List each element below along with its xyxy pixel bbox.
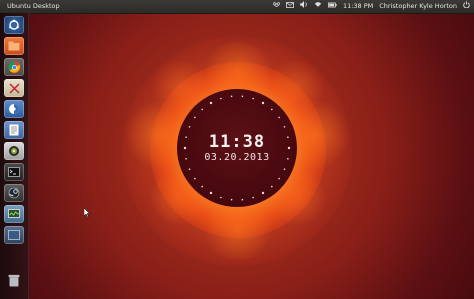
- photo-app-icon[interactable]: [4, 142, 24, 160]
- unity-launcher: [0, 13, 29, 299]
- panel-clock[interactable]: 11:38 PM: [343, 0, 373, 13]
- power-icon[interactable]: [463, 0, 470, 13]
- ubuntu-home-icon[interactable]: [4, 16, 24, 34]
- mouse-cursor-icon: [84, 208, 90, 217]
- terminal-icon[interactable]: [4, 163, 24, 181]
- system-tray: 11:38 PM Christopher Kyle Horton: [272, 0, 470, 13]
- files-icon[interactable]: [4, 37, 24, 55]
- battery-icon[interactable]: [327, 0, 337, 13]
- notes-icon[interactable]: [4, 121, 24, 139]
- volume-icon[interactable]: [300, 0, 308, 13]
- user-name[interactable]: Christopher Kyle Horton: [379, 0, 457, 13]
- text-editor-icon[interactable]: [4, 79, 24, 97]
- system-monitor-icon[interactable]: [4, 205, 24, 223]
- top-panel: Ubuntu Desktop 11:38 PM Christopher Kyle…: [0, 0, 474, 14]
- trash-icon[interactable]: [4, 271, 24, 289]
- mail-icon[interactable]: [285, 0, 294, 13]
- steam-icon[interactable]: [4, 184, 24, 202]
- chrome-icon[interactable]: [4, 58, 24, 76]
- network-icon[interactable]: [314, 0, 322, 13]
- clock-date: 03.20.2013: [204, 152, 270, 163]
- workspace-switcher-icon[interactable]: [4, 226, 24, 244]
- window-title: Ubuntu Desktop: [7, 2, 60, 10]
- network-app-icon[interactable]: [4, 100, 24, 118]
- clock-time: 11:38: [208, 132, 266, 152]
- dropbox-icon[interactable]: [272, 0, 281, 13]
- wallpaper-petal: [200, 200, 276, 260]
